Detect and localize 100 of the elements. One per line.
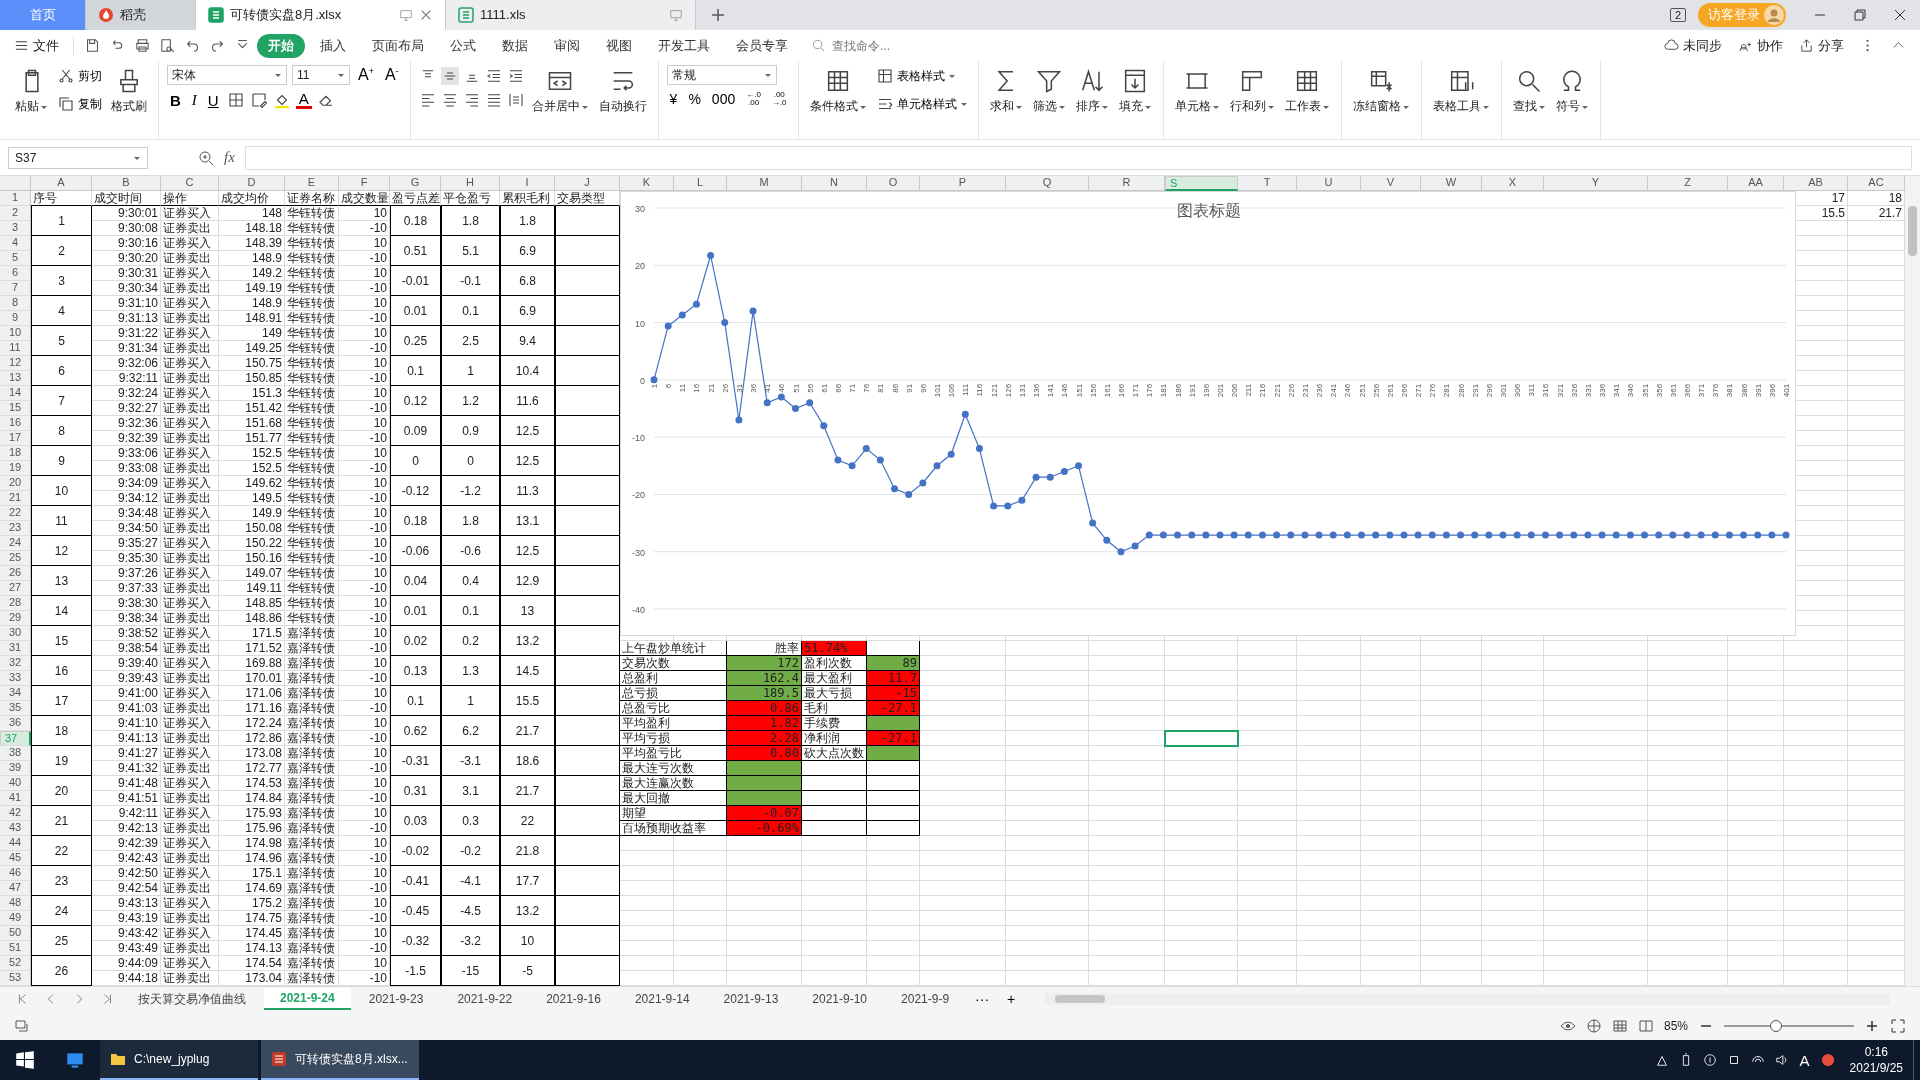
font-color-button[interactable]: A <box>295 91 312 110</box>
column-header[interactable]: M <box>727 176 802 192</box>
ribbon-button[interactable]: 表格样式 <box>873 65 970 88</box>
border-style-icon[interactable] <box>249 91 268 110</box>
row-header[interactable]: 44 <box>0 836 31 852</box>
row-header[interactable]: 15 <box>0 401 31 417</box>
print-preview-icon[interactable] <box>159 37 176 55</box>
text-style-button[interactable]: I <box>188 91 200 109</box>
row-header[interactable]: 47 <box>0 881 31 897</box>
volume-icon[interactable] <box>1774 1053 1789 1067</box>
sheet-tab[interactable]: 2021-9-9 <box>885 988 966 1011</box>
number-format-field[interactable]: 常规 <box>666 65 777 86</box>
row-header[interactable]: 26 <box>0 566 31 582</box>
row-header[interactable]: 2 <box>0 206 31 222</box>
column-header[interactable]: I <box>500 176 555 192</box>
ribbon-tab[interactable]: 审阅 <box>543 33 591 58</box>
row-header[interactable]: 27 <box>0 581 31 597</box>
column-header[interactable]: B <box>92 176 161 192</box>
column-header[interactable]: K <box>620 176 674 192</box>
ribbon-tab[interactable]: 视图 <box>595 33 643 58</box>
text-style-button[interactable]: B <box>167 91 184 109</box>
row-header[interactable]: 22 <box>0 506 31 522</box>
ribbon-button[interactable]: 排序 <box>1072 65 1112 118</box>
row-header[interactable]: 36 <box>0 716 31 732</box>
ribbon-button[interactable]: 条件格式 <box>806 65 870 118</box>
ribbon-button[interactable]: 工作表 <box>1281 65 1333 118</box>
ribbon-button[interactable]: 格式刷 <box>108 65 150 118</box>
row-header[interactable]: 24 <box>0 536 31 552</box>
row-header[interactable]: 28 <box>0 596 31 612</box>
page-view-icon[interactable] <box>1637 1017 1654 1034</box>
column-header[interactable]: H <box>441 176 500 192</box>
row-header[interactable]: 45 <box>0 851 31 867</box>
ribbon-tab[interactable]: 数据 <box>491 33 539 58</box>
sheet-tab[interactable]: 2021-9-13 <box>707 988 795 1011</box>
horizontal-scrollbar[interactable] <box>1045 993 1890 1006</box>
restore-icon[interactable] <box>1852 6 1868 23</box>
sheet-tab[interactable]: 按天算交易净值曲线 <box>122 988 262 1011</box>
cell-cursor[interactable] <box>1164 730 1239 748</box>
column-header[interactable]: Y <box>1544 176 1648 192</box>
row-header[interactable]: 34 <box>0 686 31 702</box>
ribbon-tab[interactable]: 公式 <box>439 33 487 58</box>
ribbon-button[interactable]: 自动换行 <box>595 65 650 118</box>
menu-action[interactable]: 未同步 <box>1658 34 1728 57</box>
column-header[interactable]: G <box>390 176 441 192</box>
column-header[interactable]: AC <box>1848 176 1905 192</box>
grow-font-button[interactable]: A$^{+}$ <box>355 66 377 85</box>
row-header[interactable]: 19 <box>0 461 31 477</box>
formula-field[interactable] <box>244 145 1912 170</box>
row-header[interactable]: 29 <box>0 611 31 627</box>
column-header[interactable]: E <box>285 176 339 192</box>
more-sheets-button[interactable]: ··· <box>967 991 998 1008</box>
column-header[interactable]: T <box>1238 176 1297 192</box>
ribbon-button[interactable]: 填充 <box>1115 65 1155 118</box>
column-header[interactable]: A <box>31 176 92 192</box>
ribbon-button[interactable]: 求和 <box>986 65 1026 118</box>
borders-icon[interactable] <box>226 91 245 110</box>
column-header[interactable]: N <box>802 176 867 192</box>
power-icon[interactable] <box>1702 1053 1717 1067</box>
screen-count[interactable]: 2 <box>1669 7 1686 22</box>
row-header[interactable]: 8 <box>0 296 31 312</box>
row-header[interactable]: 9 <box>0 311 31 327</box>
ribbon-button[interactable]: 复制 <box>55 93 104 116</box>
ribbon-tab[interactable]: 页面布局 <box>361 33 435 58</box>
windows-logo-icon[interactable] <box>14 1049 36 1071</box>
clock-time[interactable]: 0:16 <box>1864 1044 1888 1060</box>
column-header[interactable]: W <box>1421 176 1482 192</box>
row-header[interactable]: 3 <box>0 221 31 237</box>
save-icon[interactable] <box>84 37 101 55</box>
ribbon-button[interactable]: 剪切 <box>55 65 104 88</box>
column-header[interactable]: AA <box>1728 176 1784 192</box>
ribbon-tab[interactable]: 会员专享 <box>725 33 799 58</box>
file-menu[interactable]: 文件 <box>8 34 65 57</box>
sheet-tab[interactable]: 2021-9-10 <box>796 988 884 1011</box>
row-header[interactable]: 31 <box>0 641 31 657</box>
normal-view-icon[interactable] <box>1611 1017 1628 1034</box>
taskbar-button[interactable]: C:\new_jyplug <box>100 1040 258 1080</box>
row-header[interactable]: 13 <box>0 371 31 387</box>
font-size-field[interactable]: 11 <box>292 65 350 86</box>
row-header[interactable]: 49 <box>0 911 31 927</box>
row-header[interactable]: 42 <box>0 806 31 822</box>
column-header[interactable]: X <box>1482 176 1544 192</box>
sheet-tab[interactable]: 2021-9-14 <box>618 988 706 1011</box>
column-header[interactable]: Q <box>1006 176 1089 192</box>
ribbon-button[interactable]: 符号 <box>1552 65 1592 118</box>
row-header[interactable]: 16 <box>0 416 31 432</box>
column-header[interactable]: AB <box>1784 176 1848 192</box>
column-header[interactable]: D <box>219 176 285 192</box>
new-tab-icon[interactable] <box>710 6 726 23</box>
zoom-icon[interactable] <box>198 149 214 166</box>
column-header[interactable]: F <box>339 176 390 192</box>
ribbon-button[interactable]: 查找 <box>1509 65 1549 118</box>
decimal-button[interactable]: .00 →.0 <box>768 91 790 108</box>
column-header[interactable]: V <box>1361 176 1421 192</box>
ribbon-button[interactable]: 单元格样式 <box>873 93 970 116</box>
row-header[interactable]: 48 <box>0 896 31 912</box>
taskbar-button[interactable]: 可转债实盘8月.xlsx... <box>261 1040 419 1080</box>
ribbon-button[interactable]: 筛选 <box>1029 65 1069 118</box>
row-header[interactable]: 10 <box>0 326 31 342</box>
menu-action[interactable]: 分享 <box>1793 34 1850 57</box>
column-header[interactable]: O <box>867 176 920 192</box>
